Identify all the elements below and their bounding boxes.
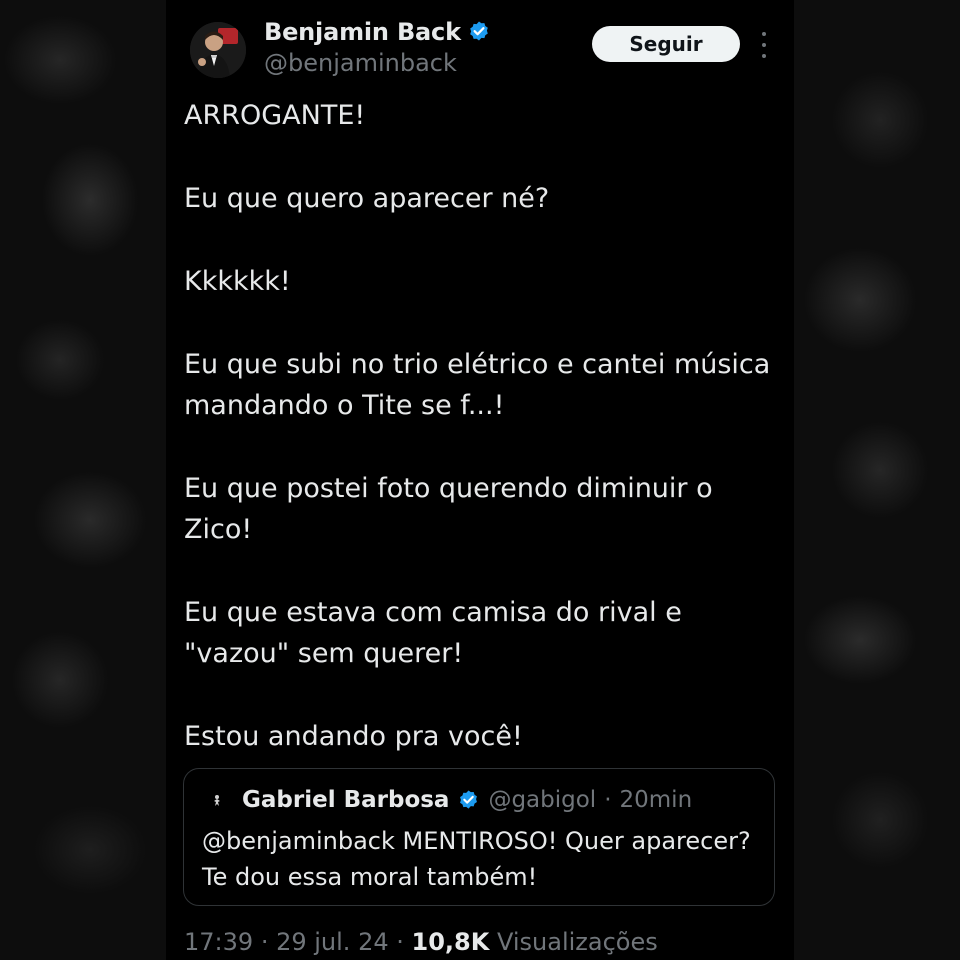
quoted-tweet-text: @benjaminback MENTIROSO! Quer aparecer? …: [202, 827, 751, 891]
tweet-paragraph: Eu que quero aparecer né?: [184, 183, 550, 214]
quoted-tweet[interactable]: Gabriel Barbosa @gabigol · 20min @benjam…: [183, 768, 775, 906]
tweet-card: Benjamin Back @benjaminback Seguir ARROG…: [166, 0, 794, 960]
verified-badge-icon: [460, 789, 478, 809]
tweet-paragraph: ARROGANTE!: [184, 100, 366, 131]
author-avatar[interactable]: [190, 22, 246, 78]
more-options-icon[interactable]: [756, 32, 772, 58]
tweet-paragraph: Estou andando pra você!: [184, 721, 523, 752]
tweet-body: ARROGANTE! Eu que quero aparecer né? Kkk…: [184, 95, 784, 757]
tweet-meta: 17:39 · 29 jul. 24 · 10,8K Visualizações: [184, 928, 658, 956]
views-count: 10,8K: [411, 928, 490, 956]
separator-dot: ·: [604, 787, 612, 813]
tweet-paragraph: Eu que postei foto querendo diminuir o Z…: [184, 473, 713, 545]
quoted-tweet-time: 20min: [619, 787, 693, 813]
profile-photo-avatar-icon: [190, 22, 246, 78]
author-name[interactable]: Benjamin Back: [264, 18, 461, 46]
verified-badge-icon: [470, 21, 488, 41]
tweet-paragraph: Kkkkkk!: [184, 266, 291, 297]
separator-dot: ·: [396, 928, 404, 956]
author-handle[interactable]: @benjaminback: [264, 49, 457, 77]
tweet-time[interactable]: 17:39: [184, 928, 253, 956]
quoted-author-name[interactable]: Gabriel Barbosa: [242, 787, 449, 813]
follow-button[interactable]: Seguir: [592, 26, 740, 62]
small-profile-avatar-icon: [206, 789, 228, 811]
separator-dot: ·: [260, 928, 269, 956]
quoted-tweet-header: Gabriel Barbosa @gabigol · 20min: [206, 783, 692, 817]
tweet-paragraph: Eu que subi no trio elétrico e cantei mú…: [184, 349, 771, 421]
quoted-author-handle[interactable]: @gabigol: [488, 787, 596, 813]
author-name-row: Benjamin Back: [264, 17, 491, 47]
tweet-date[interactable]: 29 jul. 24: [276, 928, 389, 956]
tweet-paragraph: Eu que estava com camisa do rival e "vaz…: [184, 597, 682, 669]
views-label: Visualizações: [496, 928, 658, 956]
